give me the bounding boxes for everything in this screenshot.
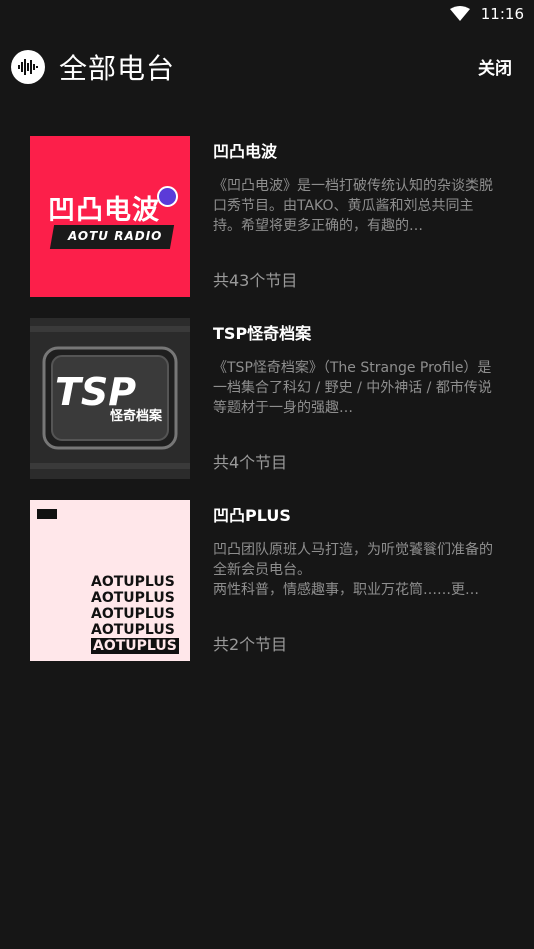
close-button[interactable]: 关闭 bbox=[478, 54, 512, 79]
cover-subtitle: AOTU RADIO bbox=[68, 229, 163, 243]
cover-text-stack: AOTUPLUS AOTUPLUS AOTUPLUS AOTUPLUS AOTU… bbox=[91, 574, 179, 654]
station-info: 凹凸电波 《凹凸电波》是一档打破传统认知的杂谈类脱口秀节目。由TAKO、黄瓜酱和… bbox=[213, 136, 498, 297]
cover-line: AOTUPLUS bbox=[91, 638, 179, 654]
station-name: 凹凸电波 bbox=[213, 142, 278, 161]
status-bar: 11:16 bbox=[0, 0, 534, 28]
station-description: 凹凸团队原班人马打造，为听觉饕餮们准备的全新会员电台。 两性科普，情感趣事，职业… bbox=[213, 542, 493, 598]
status-time: 11:16 bbox=[480, 5, 524, 23]
badge-icon bbox=[157, 186, 178, 207]
cover-subtitle: 怪奇档案 bbox=[110, 409, 163, 424]
station-list: 凹凸电波 AOTU RADIO 凹凸电波 《凹凸电波》是一档打破传统认知的杂谈类… bbox=[30, 136, 498, 682]
cover-mini-logo bbox=[37, 509, 57, 519]
waveform-logo-icon bbox=[11, 50, 45, 84]
episode-count: 共4个节目 bbox=[213, 453, 288, 472]
station-description: 《凹凸电波》是一档打破传统认知的杂谈类脱口秀节目。由TAKO、黄瓜酱和刘总共同主… bbox=[213, 178, 493, 234]
station-cover: 凹凸电波 AOTU RADIO bbox=[30, 136, 190, 297]
station-description: 《TSP怪奇档案》（The Strange Profile）是一档集合了科幻 /… bbox=[213, 360, 492, 416]
station-item-aotu-plus[interactable]: AOTUPLUS AOTUPLUS AOTUPLUS AOTUPLUS AOTU… bbox=[30, 500, 498, 661]
episode-count: 共2个节目 bbox=[213, 635, 288, 654]
cover-line: AOTUPLUS bbox=[91, 574, 175, 590]
station-name: 凹凸PLUS bbox=[213, 506, 291, 525]
station-cover: AOTUPLUS AOTUPLUS AOTUPLUS AOTUPLUS AOTU… bbox=[30, 500, 190, 661]
cover-line: AOTUPLUS bbox=[91, 622, 175, 638]
cover-line: AOTUPLUS bbox=[91, 606, 175, 622]
header: 全部电台 关闭 bbox=[0, 38, 534, 94]
station-item-tsp[interactable]: TSP 怪奇档案 TSP怪奇档案 《TSP怪奇档案》（The Strange P… bbox=[30, 318, 498, 479]
station-info: TSP怪奇档案 《TSP怪奇档案》（The Strange Profile）是一… bbox=[213, 318, 498, 479]
station-item-aotu-radio[interactable]: 凹凸电波 AOTU RADIO 凹凸电波 《凹凸电波》是一档打破传统认知的杂谈类… bbox=[30, 136, 498, 297]
station-cover: TSP 怪奇档案 bbox=[30, 318, 190, 479]
episode-count: 共43个节目 bbox=[213, 271, 298, 290]
page-title: 全部电台 bbox=[59, 52, 176, 85]
cover-title: 凹凸电波 bbox=[48, 195, 160, 226]
cover-line: AOTUPLUS bbox=[91, 590, 175, 606]
station-info: 凹凸PLUS 凹凸团队原班人马打造，为听觉饕餮们准备的全新会员电台。 两性科普，… bbox=[213, 500, 498, 661]
wifi-icon bbox=[450, 6, 470, 21]
station-name: TSP怪奇档案 bbox=[213, 324, 312, 343]
